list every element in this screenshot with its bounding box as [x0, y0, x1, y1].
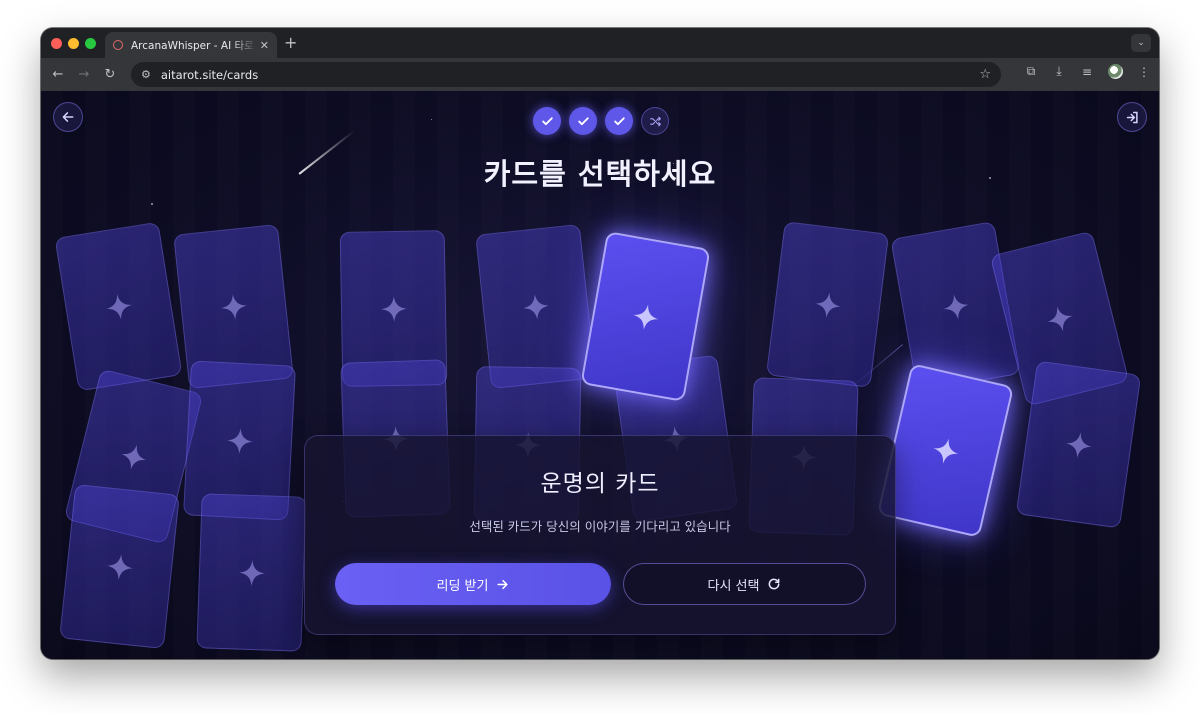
check-icon: [541, 116, 553, 125]
download-icon[interactable]: ⤓: [1052, 64, 1066, 79]
arrow-right-icon: [497, 579, 509, 589]
tab-bar: ArcanaWhisper - AI 타로 리딩 ✕ + ⌄: [41, 28, 1159, 58]
tarot-card[interactable]: [59, 483, 180, 650]
destiny-card-panel: 운명의 카드 선택된 카드가 당신의 이야기를 기다리고 있습니다 리딩 받기 …: [304, 435, 896, 635]
sparkle-icon: [380, 295, 407, 322]
sparkle-icon: [105, 293, 132, 320]
maximize-window-button[interactable]: [85, 38, 96, 49]
tarot-card[interactable]: [1015, 360, 1142, 529]
page-title: 카드를 선택하세요: [483, 157, 717, 191]
sparkle-icon: [932, 437, 959, 464]
minimize-window-button[interactable]: [68, 38, 79, 49]
sparkle-icon: [226, 427, 253, 454]
browser-toolbar: ← → ↻ ⚙ aitarot.site/cards ☆ ⧉ ⤓ ≡ ⋮: [41, 58, 1159, 91]
sparkle-icon: [942, 293, 969, 320]
back-arrow-icon[interactable]: ←: [45, 67, 71, 82]
check-icon: [613, 116, 625, 125]
get-reading-label: 리딩 받기: [436, 578, 489, 594]
sparkle-icon: [1065, 431, 1092, 458]
tarot-card[interactable]: [765, 221, 890, 388]
step-3-complete: [605, 107, 633, 135]
browser-window: ArcanaWhisper - AI 타로 리딩 ✕ + ⌄ ← → ↻ ⚙ a…: [41, 28, 1159, 659]
tab-title: ArcanaWhisper - AI 타로 리딩: [131, 39, 257, 52]
sparkle-icon: [220, 293, 247, 320]
sparkle-icon: [121, 444, 146, 469]
step-2-complete: [569, 107, 597, 135]
sparkle-icon: [814, 291, 841, 318]
shuffle-icon: [649, 116, 661, 126]
url-text: aitarot.site/cards: [160, 67, 259, 82]
page-content: 카드를 선택하세요 운명의 카드 선택된 카드가 당신의 이야기를 기다리고 있…: [41, 91, 1159, 659]
step-4-current: [641, 107, 669, 135]
tarot-card[interactable]: [196, 493, 307, 652]
login-button[interactable]: [1117, 102, 1147, 132]
sparkle-icon: [106, 553, 133, 580]
reload-icon[interactable]: ↻: [97, 67, 123, 82]
reselect-button[interactable]: 다시 선택: [623, 563, 866, 605]
tab-search-icon[interactable]: ⌄: [1131, 34, 1151, 52]
step-1-complete: [533, 107, 561, 135]
redo-icon: [769, 578, 780, 590]
favicon-icon: [113, 40, 123, 50]
panel-title: 운명의 카드: [540, 471, 660, 497]
sparkle-icon: [522, 293, 549, 320]
close-window-button[interactable]: [51, 38, 62, 49]
profile-avatar[interactable]: [1108, 64, 1123, 79]
forward-arrow-icon[interactable]: →: [71, 67, 97, 82]
check-icon: [577, 116, 589, 125]
sparkle-icon: [1047, 306, 1072, 331]
sparkle-icon: [632, 303, 659, 330]
tarot-card[interactable]: [475, 223, 596, 390]
browser-tab[interactable]: ArcanaWhisper - AI 타로 리딩 ✕: [105, 32, 277, 58]
extensions-icon[interactable]: ⧉: [1024, 64, 1038, 79]
reselect-label: 다시 선택: [707, 578, 760, 594]
star-decoration: [151, 203, 153, 205]
arrow-left-icon: [62, 112, 74, 122]
panel-subtitle: 선택된 카드가 당신의 이야기를 기다리고 있습니다: [469, 519, 731, 534]
new-tab-icon[interactable]: +: [284, 33, 297, 52]
menu-icon[interactable]: ⋮: [1137, 65, 1151, 79]
sparkle-icon: [238, 559, 265, 586]
bookmark-star-icon[interactable]: ☆: [979, 67, 991, 82]
address-bar[interactable]: ⚙ aitarot.site/cards ☆: [131, 62, 1001, 87]
star-decoration: [431, 119, 432, 120]
sign-in-icon: [1126, 111, 1138, 123]
close-tab-icon[interactable]: ✕: [260, 39, 269, 52]
get-reading-button[interactable]: 리딩 받기: [335, 563, 611, 605]
site-settings-icon[interactable]: ⚙: [141, 68, 151, 81]
reading-list-icon[interactable]: ≡: [1080, 65, 1094, 79]
progress-steps: [533, 107, 669, 135]
back-button[interactable]: [53, 102, 83, 132]
